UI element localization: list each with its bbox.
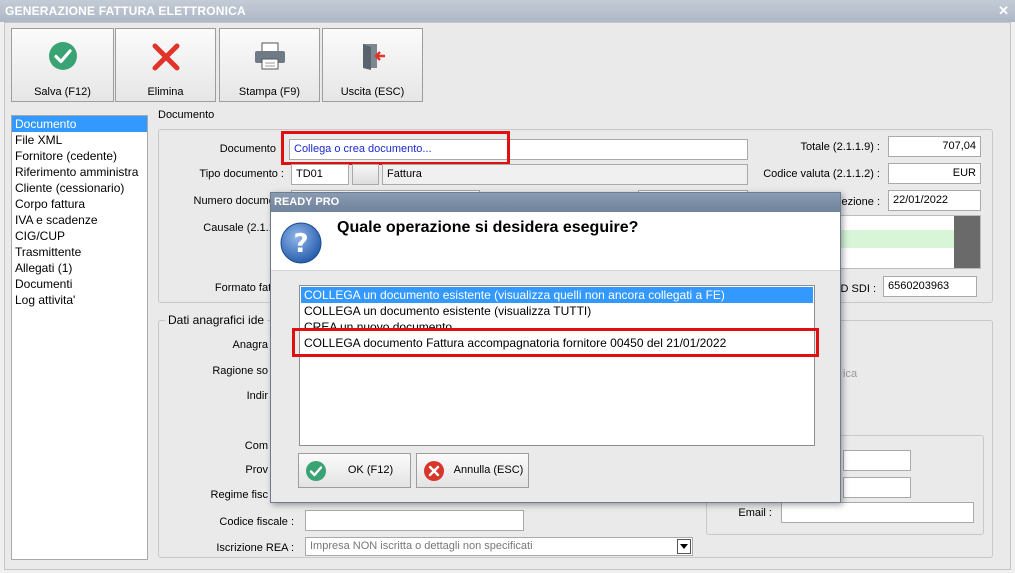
codice-valuta-field[interactable]: EUR — [888, 163, 981, 184]
nav-item-fornitore[interactable]: Fornitore (cedente) — [12, 148, 147, 164]
nav-item-trasmittente[interactable]: Trasmittente — [12, 244, 147, 260]
cancel-label: Annulla (ESC) — [453, 464, 524, 476]
svg-text:?: ? — [293, 229, 308, 259]
nav-item-documenti[interactable]: Documenti — [12, 276, 147, 292]
tipo-documento-lookup-button[interactable] — [352, 164, 379, 185]
option-collega-tutti[interactable]: COLLEGA un documento esistente (visualiz… — [301, 303, 813, 319]
window-titlebar: GENERAZIONE FATTURA ELETTRONICA — [0, 0, 1015, 22]
tipo-documento-label: Tipo documento : — [199, 168, 284, 180]
ragione-sociale-label: Ragione so — [212, 365, 268, 377]
dialog-header: ? Quale operazione si desidera eseguire? — [271, 212, 840, 271]
close-icon[interactable]: ✕ — [998, 0, 1009, 22]
exit-label: Uscita (ESC) — [340, 86, 405, 98]
exit-door-icon — [358, 41, 388, 74]
nav-item-cig-cup[interactable]: CIG/CUP — [12, 228, 147, 244]
print-label: Stampa (F9) — [238, 86, 301, 98]
cancel-button[interactable]: Annulla (ESC) — [416, 453, 529, 488]
totale-field[interactable]: 707,04 — [888, 136, 981, 157]
truncated-text: ica — [843, 368, 858, 380]
codice-fiscale-field[interactable] — [305, 510, 524, 531]
ok-button[interactable]: OK (F12) — [298, 453, 411, 488]
contatto-field-2[interactable] — [843, 477, 911, 498]
anagrafici-title: Dati anagrafici ide — [165, 313, 268, 327]
email-label: Email : — [738, 507, 772, 519]
codice-valuta-label: Codice valuta (2.1.1.2) : — [763, 168, 880, 180]
nav-item-allegati[interactable]: Allegati (1) — [12, 260, 147, 276]
section-heading: Documento — [158, 109, 215, 121]
ok-label: OK (F12) — [347, 464, 394, 476]
question-icon: ? — [279, 221, 323, 268]
save-button[interactable]: Salva (F12) — [11, 28, 114, 102]
exit-button[interactable]: Uscita (ESC) — [322, 28, 423, 102]
provincia-label: Prov — [245, 464, 268, 476]
option-collega-non-collegati[interactable]: COLLEGA un documento esistente (visualiz… — [301, 287, 813, 303]
documento-label: Documento — [219, 143, 276, 155]
delete-label: Elimina — [147, 86, 184, 98]
tipo-documento-code[interactable]: TD01 — [291, 164, 349, 185]
chevron-down-icon[interactable] — [677, 539, 691, 554]
option-crea-nuovo[interactable]: CREA un nuovo documento — [301, 319, 813, 335]
check-circle-icon — [48, 41, 78, 74]
delete-button[interactable]: Elimina — [115, 28, 216, 102]
printer-icon — [253, 41, 287, 74]
totale-label: Totale (2.1.1.9) : — [800, 141, 881, 153]
nav-item-riferimento[interactable]: Riferimento amministra — [12, 164, 147, 180]
dialog-question: Quale operazione si desidera eseguire? — [337, 219, 639, 236]
status-strip-bottom — [841, 248, 954, 268]
codice-fiscale-label: Codice fiscale : — [219, 516, 294, 528]
iscrizione-rea-select[interactable]: Impresa NON iscritta o dettagli non spec… — [305, 537, 693, 556]
iscrizione-rea-label: Iscrizione REA : — [216, 542, 294, 554]
regime-fiscale-label: Regime fisc — [210, 489, 268, 501]
email-field[interactable] — [781, 502, 974, 523]
comune-label: Com — [244, 440, 268, 452]
data-ricezione-field[interactable]: 22/01/2022 — [888, 190, 981, 211]
cancel-circle-icon — [423, 460, 445, 485]
causale-label: Causale (2.1.1.1 — [203, 222, 284, 234]
operation-options-list[interactable]: COLLEGA un documento esistente (visualiz… — [299, 285, 815, 446]
contatto-field-1[interactable] — [843, 450, 911, 471]
id-sdi-field[interactable]: 6560203963 — [883, 276, 977, 297]
check-circle-icon — [305, 460, 327, 485]
red-x-icon — [150, 41, 182, 76]
option-collega-fattura-00450[interactable]: COLLEGA documento Fattura accompagnatori… — [301, 335, 813, 351]
section-nav-list[interactable]: Documento File XML Fornitore (cedente) R… — [11, 115, 148, 560]
status-indicator — [841, 230, 954, 248]
anagrafica-label: Anagra — [232, 339, 268, 351]
nav-item-iva-scadenze[interactable]: IVA e scadenze — [12, 212, 147, 228]
documento-link-field[interactable]: Collega o crea documento... — [289, 139, 748, 160]
numero-documento-label: Numero document — [193, 195, 285, 207]
nav-item-log-attivita[interactable]: Log attivita' — [12, 292, 147, 308]
indirizzo-label: Indir — [246, 390, 268, 402]
window-title: GENERAZIONE FATTURA ELETTRONICA — [5, 4, 246, 18]
nav-item-corpo-fattura[interactable]: Corpo fattura — [12, 196, 147, 212]
save-label: Salva (F12) — [34, 86, 91, 98]
formato-fattura-label: Formato fattur — [214, 282, 284, 294]
operation-dialog: READY PRO ? Quale operazione si desidera… — [270, 192, 841, 503]
nav-item-documento[interactable]: Documento — [12, 116, 147, 132]
iscrizione-rea-value: Impresa NON iscritta o dettagli non spec… — [310, 540, 533, 552]
nav-item-cliente[interactable]: Cliente (cessionario) — [12, 180, 147, 196]
print-button[interactable]: Stampa (F9) — [219, 28, 320, 102]
dialog-title: READY PRO — [271, 193, 840, 212]
tipo-documento-desc: Fattura — [382, 164, 748, 185]
status-strip — [841, 216, 954, 230]
nav-item-file-xml[interactable]: File XML — [12, 132, 147, 148]
